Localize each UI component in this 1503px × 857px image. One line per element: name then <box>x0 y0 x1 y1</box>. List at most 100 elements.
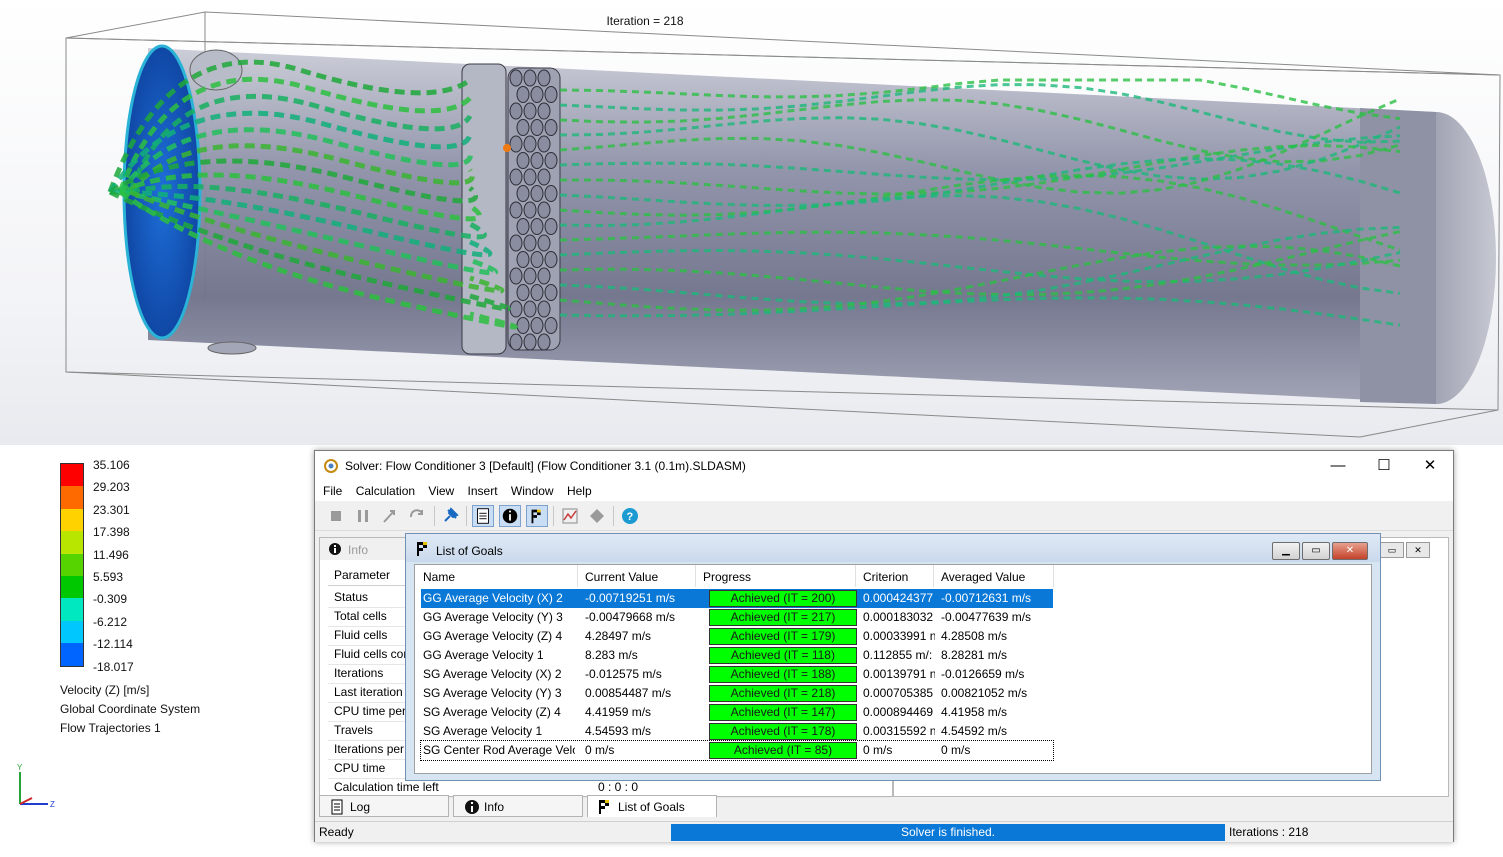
tab-list-of-goals-label: List of Goals <box>618 800 685 814</box>
goal-averaged-value: 4.41958 m/s <box>941 705 1008 719</box>
honeycomb-cells <box>509 69 558 351</box>
preview-icon[interactable] <box>586 505 608 527</box>
honeycomb-cell <box>530 185 544 202</box>
honeycomb-cell <box>530 86 544 103</box>
close-button[interactable]: ✕ <box>1407 451 1453 481</box>
log-icon <box>331 799 343 815</box>
info-icon[interactable] <box>499 505 521 527</box>
honeycomb-cell <box>537 300 551 318</box>
goal-row[interactable]: GG Average Velocity (X) 2 -0.00719251 m/s… <box>421 589 1053 608</box>
goal-criterion: 0 m/s <box>863 743 893 757</box>
velocity-legend-bar <box>60 463 84 667</box>
goal-row[interactable]: SG Average Velocity (Y) 3 0.00854487 m/s A… <box>421 684 1053 703</box>
goals-close-button[interactable]: ✕ <box>1332 542 1368 560</box>
honeycomb-cell <box>530 317 544 334</box>
goal-progress-label: Achieved (IT = 118) <box>731 648 835 662</box>
honeycomb-cell <box>530 284 544 301</box>
goals-flag-icon <box>417 542 427 556</box>
col-criterion[interactable]: Criterion <box>863 570 908 584</box>
goal-row[interactable]: GG Average Velocity (Z) 4 4.28497 m/s Achi… <box>421 627 1053 646</box>
menu-window[interactable]: Window <box>511 481 554 501</box>
log-icon[interactable] <box>472 505 494 527</box>
status-iterations: Iterations : 218 <box>1229 825 1309 839</box>
graphics-viewport[interactable]: Iteration = 218 <box>0 0 1503 445</box>
tab-list-of-goals[interactable]: List of Goals <box>587 795 717 817</box>
goal-row[interactable]: GG Average Velocity (Y) 3 -0.00479668 m/s… <box>421 608 1053 627</box>
help-icon[interactable]: ? <box>619 505 641 527</box>
col-name[interactable]: Name <box>423 570 455 584</box>
step-icon[interactable] <box>379 505 401 527</box>
solver-titlebar[interactable]: Solver: Flow Conditioner 3 [Default] (Fl… <box>315 451 1453 481</box>
solver-title: Solver: Flow Conditioner 3 [Default] (Fl… <box>345 459 746 473</box>
goal-row[interactable]: SG Average Velocity (Z) 4 4.41959 m/s Achi… <box>421 703 1053 722</box>
stop-icon[interactable] <box>325 505 347 527</box>
honeycomb-cell <box>523 102 537 120</box>
col-progress[interactable]: Progress <box>703 570 751 584</box>
panel-restore-button[interactable]: ▭ <box>1380 542 1404 558</box>
goal-plot-icon[interactable] <box>559 505 581 527</box>
menu-insert[interactable]: Insert <box>468 481 498 501</box>
goals-flag-icon[interactable] <box>526 505 548 527</box>
goal-progress-label: Achieved (IT = 147) <box>730 705 836 719</box>
legend-value: -0.309 <box>93 592 128 607</box>
legend-color-band <box>61 575 83 599</box>
goals-flag-icon <box>599 800 609 814</box>
goal-row[interactable]: GG Average Velocity 1 8.283 m/s Achieved (… <box>421 646 1053 665</box>
honeycomb-cell <box>523 135 537 153</box>
minimize-button[interactable]: — <box>1315 451 1361 481</box>
honeycomb-cell <box>509 69 523 87</box>
goal-current-value: 0 m/s <box>585 743 615 757</box>
goal-row[interactable]: SG Average Velocity 1 4.54593 m/s Achieved… <box>421 722 1053 741</box>
goals-restore-button[interactable]: ▭ <box>1302 542 1330 560</box>
menu-file[interactable]: File <box>323 481 342 501</box>
goal-averaged-value: 0 m/s <box>941 743 971 757</box>
goal-criterion: 0.000424377 <box>863 591 934 605</box>
status-bar: Ready Solver is finished. Iterations : 2… <box>315 821 1453 842</box>
menu-view[interactable]: View <box>428 481 454 501</box>
solver-app-icon <box>324 459 338 473</box>
honeycomb-cell <box>544 251 558 268</box>
maximize-button[interactable]: ☐ <box>1361 451 1407 481</box>
menu-calculation[interactable]: Calculation <box>356 481 415 501</box>
legend-color-band <box>61 665 83 666</box>
honeycomb-cell <box>523 300 537 318</box>
legend-value: -12.114 <box>93 637 133 652</box>
goal-progress-bar: Achieved (IT = 200) <box>709 590 857 607</box>
tab-log[interactable]: Log <box>319 795 449 817</box>
menu-help[interactable]: Help <box>567 481 592 501</box>
goal-name: GG Average Velocity (X) 2 <box>423 591 563 605</box>
info-icon <box>329 543 341 555</box>
honeycomb-cell <box>530 218 544 235</box>
goal-row[interactable]: SG Average Velocity (X) 2 -0.012575 m/s Ac… <box>421 665 1053 684</box>
goal-name: SG Average Velocity (Y) 3 <box>423 686 562 700</box>
honeycomb-cell <box>544 119 558 136</box>
goals-minimize-button[interactable]: ▁ <box>1272 542 1300 560</box>
goal-row[interactable]: SG Center Rod Average Veloc 0 m/s Achieved… <box>420 740 1054 761</box>
goal-progress-label: Achieved (IT = 85) <box>733 743 833 757</box>
refresh-icon[interactable] <box>406 505 428 527</box>
list-of-goals-window[interactable]: List of Goals ▁ ▭ ✕ Name Current Value P… <box>405 533 1381 781</box>
probe-point <box>503 144 511 152</box>
tab-log-label: Log <box>350 800 371 814</box>
pause-icon[interactable] <box>352 505 374 527</box>
pin-icon[interactable] <box>439 505 461 527</box>
goal-criterion: 0.00139791 n <box>863 667 935 681</box>
honeycomb-cell <box>516 119 530 136</box>
legend-color-band <box>61 464 83 487</box>
goal-averaged-value: 0.00821052 m/s <box>941 686 1028 700</box>
panel-close-button[interactable]: ✕ <box>1406 542 1430 558</box>
list-of-goals-titlebar[interactable]: List of Goals ▁ ▭ ✕ <box>406 534 1380 562</box>
honeycomb-cell <box>509 234 523 252</box>
info-row-label: Iterations <box>334 666 384 680</box>
honeycomb-cell <box>509 333 523 351</box>
goal-progress-bar: Achieved (IT = 218) <box>709 685 857 702</box>
col-current-value[interactable]: Current Value <box>585 570 658 584</box>
honeycomb-cell <box>537 69 551 87</box>
honeycomb-cell <box>509 201 523 219</box>
col-averaged-value[interactable]: Averaged Value <box>941 570 1025 584</box>
tab-info[interactable]: Info <box>453 795 583 817</box>
info-column-parameter[interactable]: Parameter <box>334 568 390 582</box>
svg-text:?: ? <box>627 511 634 523</box>
iteration-label: Iteration = 218 <box>606 14 684 28</box>
goal-averaged-value: -0.00712631 m/s <box>941 591 1032 605</box>
